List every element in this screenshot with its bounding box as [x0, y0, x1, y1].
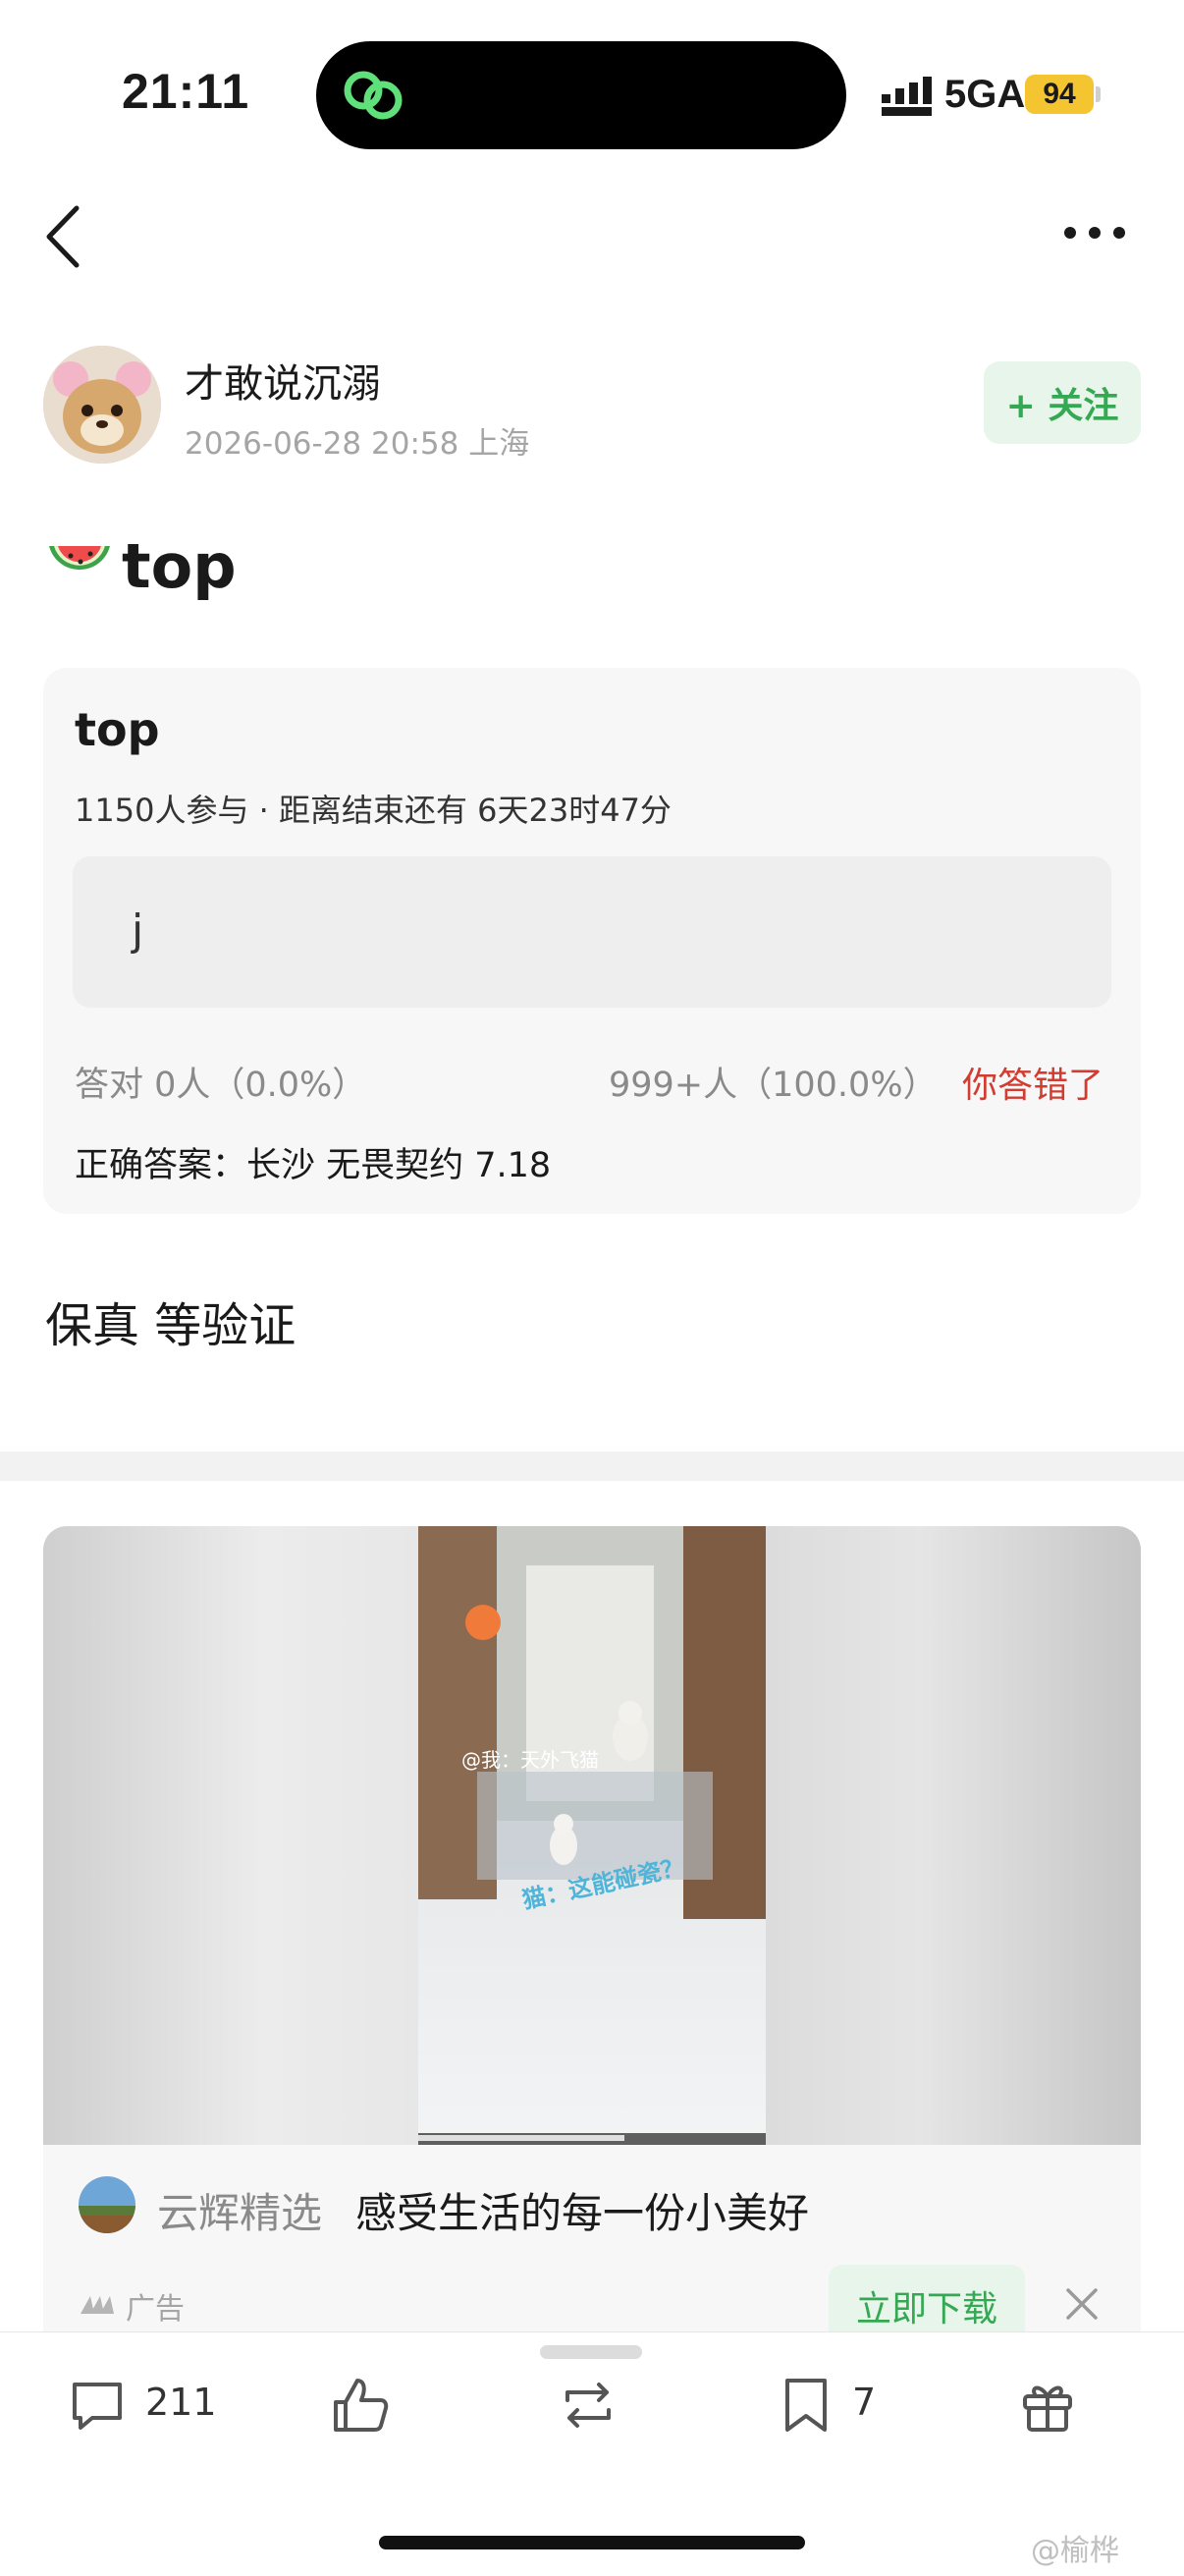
follow-button[interactable]: + 关注 — [984, 361, 1141, 444]
quiz-correct-answer: 正确答案：长沙 无畏契约 7.18 — [75, 1146, 552, 1185]
ad-label: 广告 — [126, 2292, 185, 2327]
network-label: 5GA — [944, 73, 1026, 116]
gift-icon[interactable] — [1017, 2375, 1078, 2436]
comment-icon[interactable] — [67, 2375, 128, 2436]
battery-level: 94 — [1025, 75, 1094, 114]
section-divider — [0, 1452, 1184, 1481]
quiz-option[interactable] — [73, 856, 1111, 1008]
home-indicator[interactable] — [379, 2536, 805, 2549]
author-name[interactable]: 才敢说沉溺 — [185, 352, 381, 409]
quiz-result: 你答错了 — [962, 1066, 1104, 1106]
bookmark-count: 7 — [852, 2381, 877, 2424]
ad-slogan: 感受生活的每一份小美好 — [355, 2189, 810, 2237]
quiz-stat-correct: 答对 0人（0.0%） — [75, 1066, 367, 1105]
status-time: 21:11 — [122, 64, 250, 119]
ad-brand-name[interactable]: 云辉精选 — [157, 2180, 322, 2240]
like-icon[interactable] — [330, 2375, 391, 2436]
author-avatar[interactable] — [43, 346, 161, 464]
signal-icon — [882, 77, 932, 116]
close-ad-icon[interactable] — [1062, 2284, 1102, 2324]
post-timestamp-location: 2026-06-28 20:58 上海 — [185, 426, 530, 462]
bear-avatar-icon — [43, 346, 161, 464]
ad-video-caption-1: @我：天外飞猫 — [461, 1748, 599, 1772]
cat-video-frame — [418, 1526, 766, 2145]
watermark: @榆桦 — [1031, 2534, 1119, 2568]
more-options-icon[interactable] — [1060, 218, 1129, 247]
ad-brand-logo — [79, 2176, 135, 2233]
quiz-option-text: j — [132, 905, 144, 956]
app-link-icon — [344, 71, 403, 120]
post-body: 保真 等验证 — [45, 1298, 296, 1353]
bookmark-icon[interactable] — [776, 2375, 836, 2436]
comment-count: 211 — [145, 2381, 217, 2424]
back-arrow-icon[interactable] — [39, 202, 88, 271]
post-title: top — [45, 526, 237, 605]
ad-video[interactable] — [418, 1526, 766, 2145]
quiz-stat-wrong: 999+人（100.0%） — [609, 1066, 938, 1105]
drag-handle[interactable] — [540, 2345, 642, 2359]
repost-icon[interactable] — [558, 2375, 619, 2436]
watermelon-icon — [49, 546, 110, 571]
battery-tip — [1096, 86, 1101, 102]
quiz-title: top — [75, 703, 160, 756]
quiz-meta: 1150人参与 · 距离结束还有 6天23时47分 — [75, 792, 672, 829]
ad-badge-icon — [81, 2296, 114, 2314]
post-title-text: top — [122, 529, 237, 602]
